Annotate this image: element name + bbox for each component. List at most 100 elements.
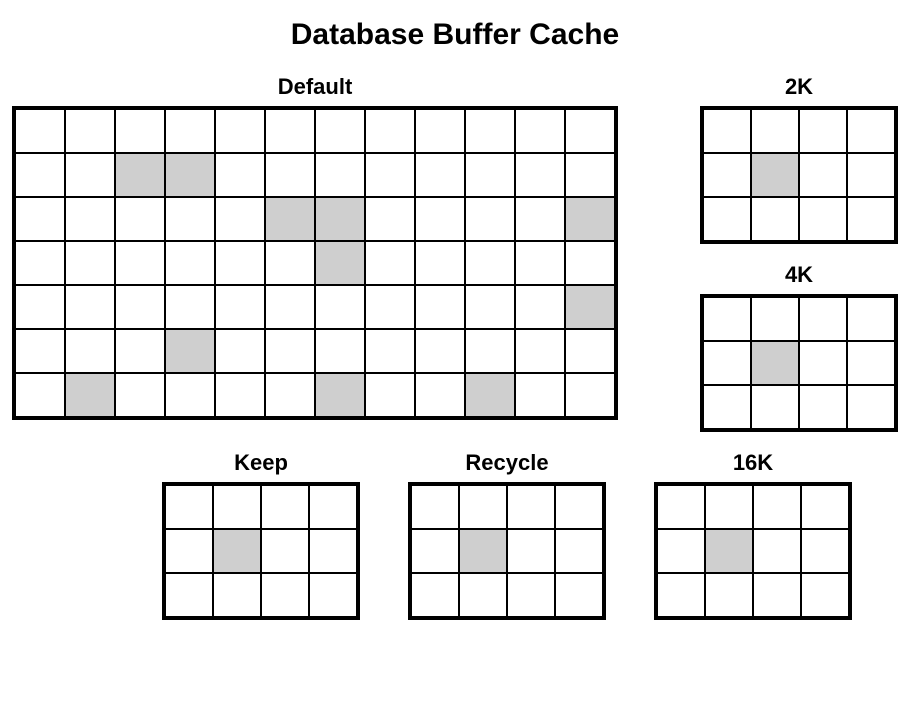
buffer-cell (165, 373, 215, 417)
buffer-cell (415, 285, 465, 329)
buffer-cell (565, 197, 615, 241)
pool-keep-grid (162, 482, 360, 620)
buffer-cell (165, 573, 213, 617)
buffer-cell (415, 373, 465, 417)
buffer-cell (799, 297, 847, 341)
buffer-cell (657, 573, 705, 617)
buffer-cell (115, 241, 165, 285)
buffer-cell (565, 153, 615, 197)
buffer-cell (753, 529, 801, 573)
buffer-cell (555, 573, 603, 617)
buffer-cell (705, 573, 753, 617)
buffer-cell (801, 529, 849, 573)
buffer-cell (215, 153, 265, 197)
buffer-cell (215, 241, 265, 285)
buffer-cell (411, 485, 459, 529)
buffer-cell (165, 329, 215, 373)
buffer-cell (215, 197, 265, 241)
buffer-cell (15, 373, 65, 417)
buffer-cell (365, 329, 415, 373)
pool-recycle: Recycle (408, 450, 606, 620)
buffer-cell (799, 385, 847, 429)
buffer-cell (365, 197, 415, 241)
buffer-cell (415, 197, 465, 241)
pool-16k-grid (654, 482, 852, 620)
buffer-cell (703, 297, 751, 341)
right-column: 2K 4K (700, 74, 898, 432)
buffer-cell (465, 197, 515, 241)
buffer-cell (411, 573, 459, 617)
buffer-cell (315, 329, 365, 373)
buffer-cell (165, 153, 215, 197)
pool-4k-label: 4K (785, 262, 813, 288)
buffer-cell (15, 241, 65, 285)
pool-2k-label: 2K (785, 74, 813, 100)
buffer-cell (751, 385, 799, 429)
buffer-cell (847, 153, 895, 197)
buffer-cell (315, 285, 365, 329)
buffer-cell (465, 373, 515, 417)
buffer-cell (65, 109, 115, 153)
buffer-cell (15, 109, 65, 153)
page-title: Database Buffer Cache (12, 18, 898, 52)
pool-default: Default (12, 74, 618, 420)
pool-default-grid (12, 106, 618, 420)
buffer-cell (515, 329, 565, 373)
buffer-cell (555, 529, 603, 573)
pool-4k: 4K (700, 262, 898, 432)
buffer-cell (415, 109, 465, 153)
buffer-cell (115, 329, 165, 373)
buffer-cell (703, 109, 751, 153)
buffer-cell (801, 485, 849, 529)
buffer-cell (365, 109, 415, 153)
pool-2k: 2K (700, 74, 898, 244)
buffer-cell (753, 573, 801, 617)
buffer-cell (15, 285, 65, 329)
buffer-cell (365, 153, 415, 197)
buffer-cell (565, 285, 615, 329)
pool-16k-label: 16K (733, 450, 773, 476)
buffer-cell (565, 329, 615, 373)
buffer-cell (799, 341, 847, 385)
buffer-cell (165, 109, 215, 153)
buffer-cell (115, 285, 165, 329)
buffer-cell (751, 297, 799, 341)
buffer-cell (465, 109, 515, 153)
buffer-cell (315, 197, 365, 241)
buffer-cell (565, 373, 615, 417)
buffer-cell (465, 329, 515, 373)
buffer-cell (265, 373, 315, 417)
buffer-cell (165, 241, 215, 285)
pool-2k-grid (700, 106, 898, 244)
buffer-cell (465, 241, 515, 285)
buffer-cell (65, 329, 115, 373)
buffer-cell (365, 285, 415, 329)
buffer-cell (215, 329, 265, 373)
buffer-cell (703, 197, 751, 241)
buffer-cell (705, 529, 753, 573)
buffer-cell (459, 485, 507, 529)
buffer-cell (459, 573, 507, 617)
buffer-cell (165, 197, 215, 241)
buffer-cell (115, 109, 165, 153)
buffer-cell (847, 341, 895, 385)
buffer-cell (657, 529, 705, 573)
buffer-cell (115, 197, 165, 241)
buffer-cell (801, 573, 849, 617)
buffer-cell (703, 385, 751, 429)
buffer-cell (515, 153, 565, 197)
diagram-root: Database Buffer Cache Default 2K 4K Keep… (0, 0, 910, 706)
pool-4k-grid (700, 294, 898, 432)
buffer-cell (555, 485, 603, 529)
buffer-cell (309, 573, 357, 617)
buffer-cell (411, 529, 459, 573)
buffer-cell (265, 197, 315, 241)
buffer-cell (799, 153, 847, 197)
buffer-cell (415, 241, 465, 285)
buffer-cell (213, 529, 261, 573)
buffer-cell (65, 153, 115, 197)
buffer-cell (507, 573, 555, 617)
pool-default-label: Default (278, 74, 353, 100)
buffer-cell (751, 153, 799, 197)
buffer-cell (507, 529, 555, 573)
